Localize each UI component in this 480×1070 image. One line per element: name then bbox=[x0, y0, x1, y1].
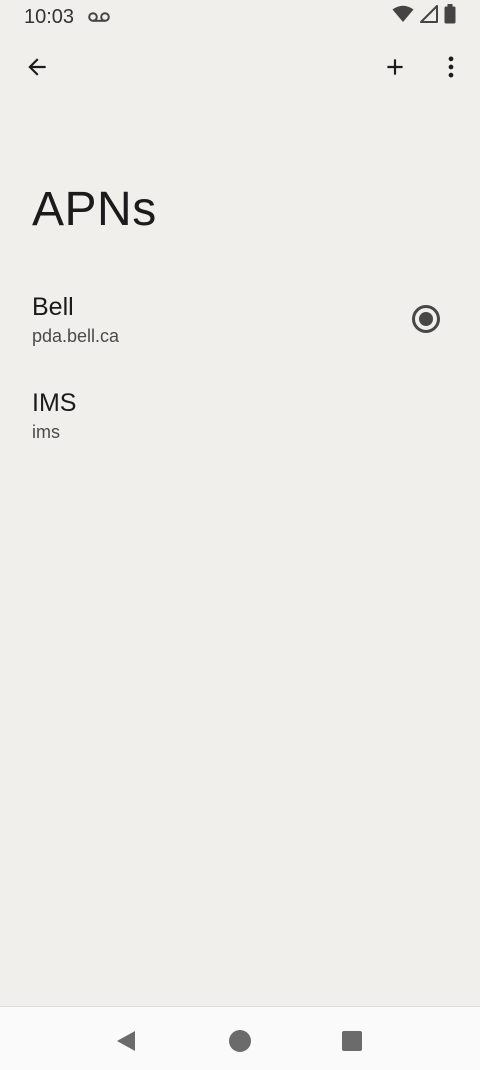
back-button[interactable] bbox=[13, 45, 61, 93]
status-bar: 10:03 bbox=[0, 0, 480, 34]
apn-radio-selected[interactable] bbox=[412, 305, 440, 333]
voicemail-icon bbox=[88, 11, 110, 23]
apn-name: IMS bbox=[32, 389, 77, 417]
nav-home-icon bbox=[228, 1029, 252, 1058]
status-time: 10:03 bbox=[24, 5, 75, 28]
wifi-icon bbox=[392, 5, 414, 29]
apn-item-bell[interactable]: Bell pda.bell.ca bbox=[0, 280, 480, 376]
apn-address: ims bbox=[32, 422, 60, 442]
nav-home-button[interactable] bbox=[220, 1023, 260, 1063]
top-app-bar bbox=[0, 40, 480, 98]
apn-item-ims[interactable]: IMS ims bbox=[0, 376, 480, 472]
add-apn-button[interactable] bbox=[371, 45, 419, 93]
nav-back-icon bbox=[114, 1029, 138, 1058]
radio-dot bbox=[419, 312, 433, 326]
more-options-button[interactable] bbox=[427, 45, 475, 93]
arrow-back-icon bbox=[24, 54, 50, 85]
battery-icon bbox=[444, 4, 456, 30]
nav-recents-icon bbox=[341, 1030, 363, 1057]
navigation-bar bbox=[0, 1006, 480, 1070]
more-vert-icon bbox=[438, 54, 464, 85]
apn-address: pda.bell.ca bbox=[32, 326, 120, 346]
apn-list: Bell pda.bell.ca IMS ims bbox=[0, 280, 480, 472]
page-title: APNs bbox=[32, 183, 157, 236]
plus-icon bbox=[382, 54, 408, 85]
status-icons bbox=[392, 4, 456, 30]
nav-recents-button[interactable] bbox=[332, 1023, 372, 1063]
nav-back-button[interactable] bbox=[106, 1023, 146, 1063]
signal-icon bbox=[420, 5, 438, 29]
